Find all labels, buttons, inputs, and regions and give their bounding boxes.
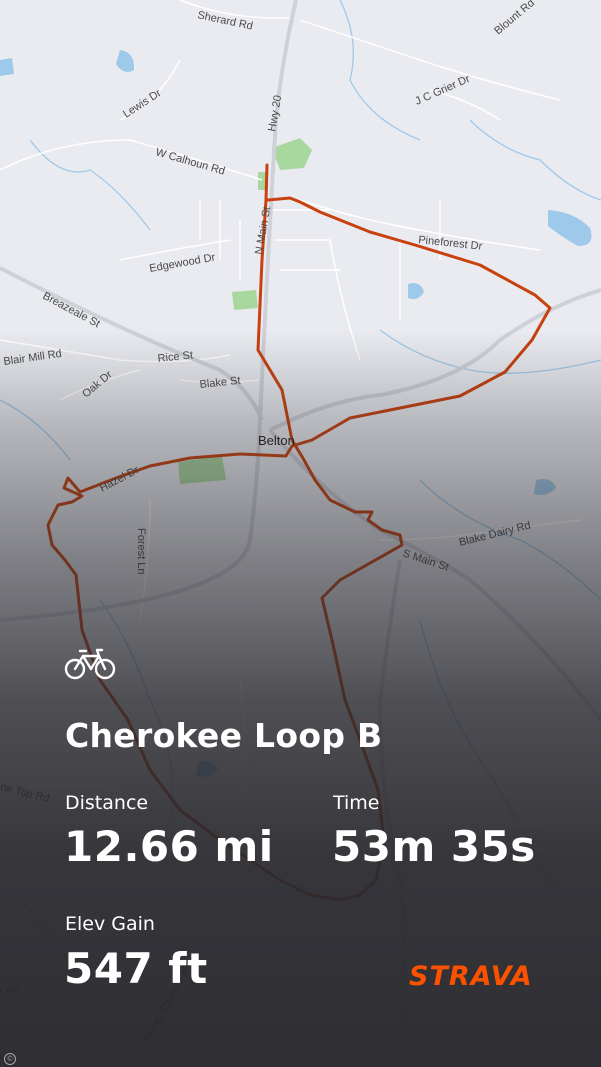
- time-value: 53m 35s: [332, 822, 536, 871]
- bicycle-icon: [64, 648, 116, 680]
- distance-value: 12.66 mi: [64, 822, 274, 871]
- elev-gain-value: 547 ft: [64, 944, 208, 993]
- time-label: Time: [333, 792, 380, 814]
- distance-label: Distance: [65, 792, 149, 814]
- elev-gain-label: Elev Gain: [65, 913, 155, 935]
- info-icon[interactable]: ©: [4, 1053, 16, 1065]
- activity-summary-card: Cherokee Loop B Distance 12.66 mi Time 5…: [0, 0, 601, 1067]
- activity-title: Cherokee Loop B: [65, 716, 383, 755]
- strava-logo: STRAVA: [409, 961, 533, 992]
